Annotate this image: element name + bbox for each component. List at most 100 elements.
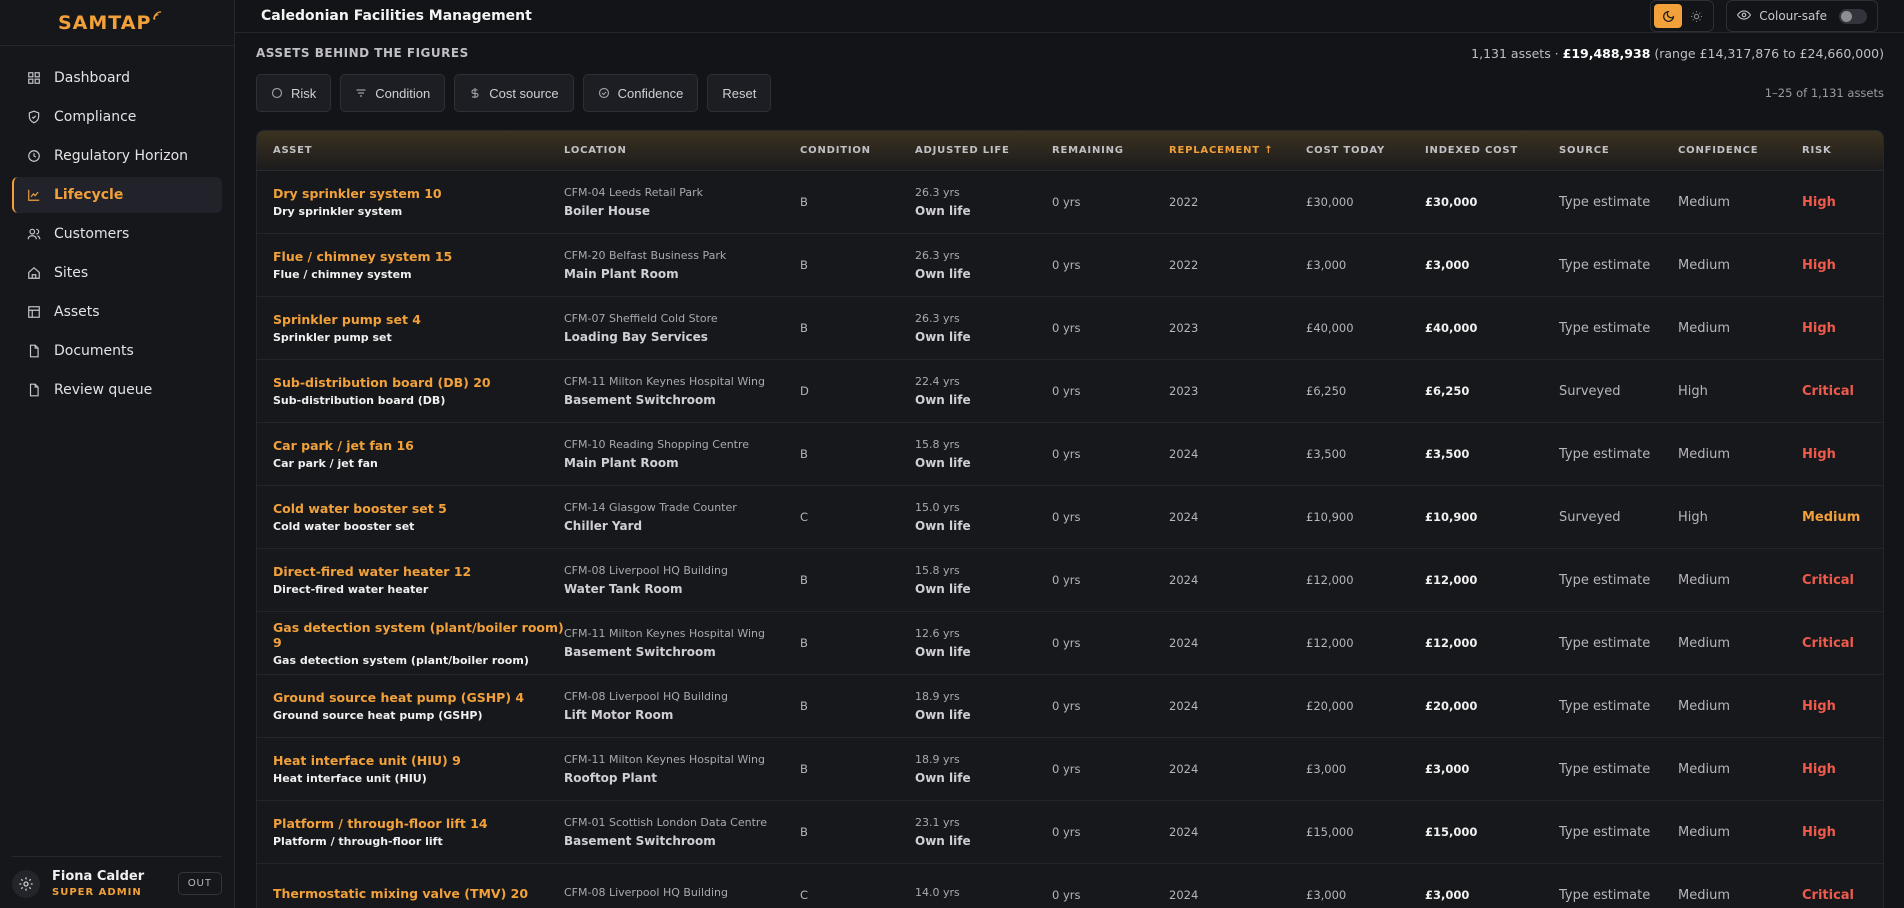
confidence-cell: Medium — [1678, 446, 1730, 462]
home-icon — [26, 265, 42, 281]
asset-cell: Dry sprinkler system 10 Dry sprinkler sys… — [257, 186, 564, 218]
adjusted-life-cell: 12.6 yrs Own life — [915, 627, 1052, 659]
filter-cost-source-button[interactable]: Cost source — [454, 74, 574, 112]
replacement-cell: 2024 — [1169, 636, 1199, 650]
document-icon — [26, 343, 42, 359]
sidebar-item-assets[interactable]: Assets — [12, 294, 222, 330]
cost-today-cell: £3,000 — [1306, 888, 1347, 902]
filter-confidence-button[interactable]: Confidence — [582, 74, 699, 112]
asset-name-link[interactable]: Thermostatic mixing valve (TMV) 20 — [273, 886, 564, 901]
sidebar-item-customers[interactable]: Customers — [12, 216, 222, 252]
filter-risk-button[interactable]: Risk — [256, 74, 332, 112]
col-asset[interactable]: ASSET — [257, 145, 564, 156]
asset-name-link[interactable]: Ground source heat pump (GSHP) 4 — [273, 690, 564, 705]
sidebar-item-dashboard[interactable]: Dashboard — [12, 60, 222, 96]
table-row[interactable]: Sprinkler pump set 4 Sprinkler pump set CF… — [257, 297, 1883, 360]
filter-reset-button[interactable]: Reset — [707, 74, 772, 112]
table-row[interactable]: Direct-fired water heater 12 Direct-fired… — [257, 549, 1883, 612]
condition-cell: B — [800, 573, 808, 587]
asset-name-link[interactable]: Dry sprinkler system 10 — [273, 186, 564, 201]
cost-today-cell: £30,000 — [1306, 195, 1354, 209]
filter-label: Risk — [291, 85, 317, 101]
table-row[interactable]: Sub-distribution board (DB) 20 Sub-distri… — [257, 360, 1883, 423]
table-row[interactable]: Flue / chimney system 15 Flue / chimney s… — [257, 234, 1883, 297]
asset-cell: Platform / through-floor lift 14 Platform… — [257, 816, 564, 848]
location-cell: CFM-11 Milton Keynes Hospital Wing Roofto… — [564, 753, 800, 785]
table-row[interactable]: Car park / jet fan 16 Car park / jet fan C… — [257, 423, 1883, 486]
colour-safe-toggle[interactable] — [1839, 8, 1867, 24]
sidebar-item-label: Documents — [54, 343, 134, 359]
col-source[interactable]: SOURCE — [1559, 145, 1678, 156]
risk-cell: Critical — [1802, 572, 1855, 588]
remaining-cell: 0 yrs — [1052, 762, 1081, 776]
sign-out-button[interactable]: OUT — [177, 872, 222, 895]
filter-condition-button[interactable]: Condition — [340, 74, 446, 112]
table-row[interactable]: Dry sprinkler system 10 Dry sprinkler sys… — [257, 171, 1883, 234]
asset-name-link[interactable]: Sprinkler pump set 4 — [273, 312, 564, 327]
life-years: 15.8 yrs — [915, 564, 960, 577]
section-header: ASSETS BEHIND THE FIGURES 1,131 assets ·… — [256, 33, 1884, 73]
asset-name-link[interactable]: Heat interface unit (HIU) 9 — [273, 753, 564, 768]
dollar-icon — [469, 87, 481, 99]
col-replacement-sorted[interactable]: REPLACEMENT ↑ — [1169, 145, 1306, 156]
indexed-cost-cell: £6,250 — [1425, 384, 1470, 398]
light-mode-sun-icon[interactable] — [1682, 4, 1710, 28]
adjusted-life-cell: 23.1 yrs Own life — [915, 816, 1052, 848]
asset-name-link[interactable]: Flue / chimney system 15 — [273, 249, 564, 264]
colour-safe-control[interactable]: Colour-safe — [1726, 0, 1878, 32]
remaining-cell: 0 yrs — [1052, 636, 1081, 650]
sidebar-item-lifecycle[interactable]: Lifecycle — [12, 177, 222, 213]
adjusted-life-cell: 15.8 yrs Own life — [915, 438, 1052, 470]
table-row[interactable]: Cold water booster set 5 Cold water boost… — [257, 486, 1883, 549]
location-room: Chiller Yard — [564, 519, 643, 533]
replacement-cell: 2024 — [1169, 699, 1199, 713]
asset-name-link[interactable]: Gas detection system (plant/boiler room)… — [273, 620, 564, 650]
life-basis: Own life — [915, 204, 971, 218]
colour-safe-label: Colour-safe — [1759, 9, 1827, 23]
replacement-cell: 2024 — [1169, 510, 1199, 524]
asset-name-link[interactable]: Car park / jet fan 16 — [273, 438, 564, 453]
sidebar-item-compliance[interactable]: Compliance — [12, 99, 222, 135]
settings-gear-icon[interactable] — [12, 869, 40, 898]
col-location[interactable]: LOCATION — [564, 145, 800, 156]
location-room: Water Tank Room — [564, 582, 683, 596]
col-indexed-cost[interactable]: INDEXED COST — [1425, 145, 1559, 156]
sidebar-item-review-queue[interactable]: Review queue — [12, 372, 222, 408]
condition-cell: C — [800, 510, 809, 524]
table-row[interactable]: Gas detection system (plant/boiler room)… — [257, 612, 1883, 675]
sidebar-item-sites[interactable]: Sites — [12, 255, 222, 291]
condition-cell: B — [800, 447, 808, 461]
risk-cell: High — [1802, 698, 1836, 714]
col-adjusted-life[interactable]: ADJUSTED LIFE — [915, 145, 1052, 156]
sidebar-item-documents[interactable]: Documents — [12, 333, 222, 369]
col-condition[interactable]: CONDITION — [800, 145, 915, 156]
asset-cell: Heat interface unit (HIU) 9 Heat interfac… — [257, 753, 564, 785]
dark-mode-moon-icon[interactable] — [1654, 4, 1683, 28]
users-icon — [26, 226, 42, 242]
asset-name-link[interactable]: Platform / through-floor lift 14 — [273, 816, 564, 831]
asset-name-link[interactable]: Direct-fired water heater 12 — [273, 564, 564, 579]
location-cell: CFM-20 Belfast Business Park Main Plant R… — [564, 249, 800, 281]
col-cost-today[interactable]: COST TODAY — [1306, 145, 1425, 156]
table-row[interactable]: Platform / through-floor lift 14 Platform… — [257, 801, 1883, 864]
location-site: CFM-04 Leeds Retail Park — [564, 186, 703, 199]
col-risk[interactable]: RISK — [1802, 145, 1862, 156]
location-room: Basement Switchroom — [564, 645, 716, 659]
table-row[interactable]: Thermostatic mixing valve (TMV) 20 CFM-08… — [257, 864, 1883, 908]
table-row[interactable]: Ground source heat pump (GSHP) 4 Ground s… — [257, 675, 1883, 738]
sidebar-item-regulatory-horizon[interactable]: Regulatory Horizon — [12, 138, 222, 174]
shield-icon — [26, 109, 42, 125]
adjusted-life-cell: 15.8 yrs Own life — [915, 564, 1052, 596]
sidebar-item-label: Review queue — [54, 382, 153, 398]
table-row[interactable]: Heat interface unit (HIU) 9 Heat interfac… — [257, 738, 1883, 801]
life-basis: Own life — [915, 393, 971, 407]
col-remaining[interactable]: REMAINING — [1052, 145, 1169, 156]
risk-cell: Critical — [1802, 887, 1855, 903]
asset-name-link[interactable]: Sub-distribution board (DB) 20 — [273, 375, 564, 390]
asset-name-link[interactable]: Cold water booster set 5 — [273, 501, 564, 516]
user-panel: Fiona Calder SUPER ADMIN OUT — [12, 856, 222, 898]
brand-logo[interactable]: SAMTAP — [0, 0, 234, 46]
remaining-cell: 0 yrs — [1052, 447, 1081, 461]
confidence-cell: Medium — [1678, 320, 1730, 336]
col-confidence[interactable]: CONFIDENCE — [1678, 145, 1802, 156]
